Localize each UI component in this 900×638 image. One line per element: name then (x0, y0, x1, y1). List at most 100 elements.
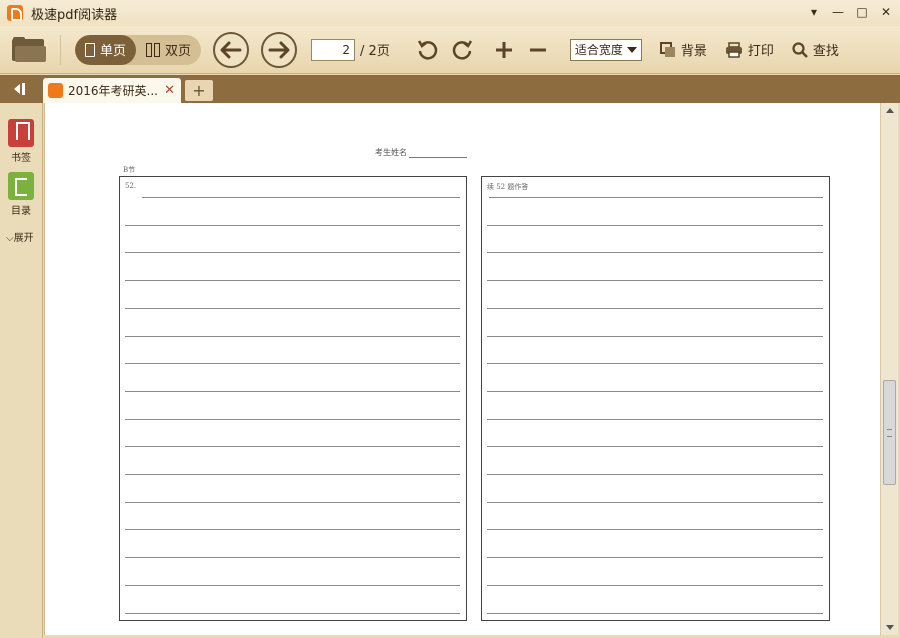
background-label: 背景 (680, 44, 707, 59)
answer-line (125, 501, 460, 503)
view-mode-toggle: 单页 双页 (75, 34, 202, 65)
answer-line (487, 307, 823, 309)
background-icon (659, 41, 675, 57)
title-bar: 极速pdf阅读器 ▾ — □ ✕ (0, 0, 900, 26)
bookmarks-label: 书签 (11, 153, 31, 164)
zoom-value: 适合宽度 (574, 43, 623, 57)
answer-line (487, 363, 823, 365)
double-page-button[interactable]: 双页 (136, 35, 201, 65)
open-folder-icon[interactable] (12, 36, 46, 63)
answer-line (489, 197, 823, 198)
answer-line (125, 584, 460, 586)
scroll-down-icon[interactable] (886, 625, 894, 630)
answer-line (125, 418, 460, 420)
tab-title: 2016年考研英... (68, 84, 158, 98)
answer-line (125, 390, 460, 392)
add-tab-button[interactable]: + (185, 80, 213, 101)
answer-box-left-label: 52. (125, 182, 137, 190)
answer-line (125, 224, 460, 226)
expand-button[interactable]: ⌵展开 (0, 229, 42, 244)
find-button[interactable]: 查找 (792, 40, 839, 59)
window-title: 极速pdf阅读器 (31, 7, 118, 23)
close-button[interactable]: ✕ (876, 2, 896, 22)
chevron-down-icon (626, 46, 637, 53)
answer-line (487, 252, 823, 254)
rotate-left-button[interactable] (416, 38, 440, 62)
tab-strip: 2016年考研英... ✕ + (0, 75, 900, 103)
vertical-scrollbar[interactable] (880, 103, 898, 635)
search-icon (792, 41, 808, 58)
maximize-button[interactable]: □ (852, 2, 872, 22)
sidebar-item-bookmarks[interactable]: 书签 (0, 119, 42, 164)
answer-line (125, 307, 460, 309)
collapse-sidebar-button[interactable] (8, 80, 30, 98)
printer-icon (725, 41, 742, 58)
close-tab-icon[interactable]: ✕ (164, 83, 175, 98)
print-label: 打印 (747, 44, 774, 59)
answer-line (487, 557, 823, 559)
answer-line (487, 446, 823, 448)
scroll-thumb[interactable] (883, 380, 896, 485)
menu-dropdown-icon[interactable]: ▾ (804, 2, 824, 22)
toc-icon (8, 172, 34, 200)
single-page-button[interactable]: 单页 (75, 34, 137, 65)
background-button[interactable]: 背景 (659, 40, 707, 59)
scroll-up-icon[interactable] (886, 108, 894, 113)
zoom-out-button[interactable] (526, 38, 550, 62)
arrow-right-icon (268, 41, 290, 58)
main-toolbar: 单页 双页 2 / 2页 适合宽度 背景 打印 查找 (0, 26, 900, 74)
minus-icon (529, 48, 546, 51)
answer-line (487, 612, 823, 614)
double-page-label: 双页 (165, 44, 192, 59)
candidate-name-label: 考生姓名 (375, 148, 407, 157)
answer-line (125, 446, 460, 448)
rotate-ccw-icon (417, 39, 438, 60)
answer-line (487, 529, 823, 531)
section-label: B节 (123, 166, 136, 174)
find-label: 查找 (812, 44, 839, 59)
answer-line (125, 474, 460, 475)
answer-line (487, 584, 823, 586)
name-underline (409, 150, 467, 158)
rotate-cw-icon (452, 39, 472, 60)
answer-line (125, 335, 460, 337)
page-number-input[interactable]: 2 (311, 38, 356, 61)
zoom-in-button[interactable] (492, 38, 516, 62)
answer-line (125, 529, 460, 531)
answer-line (142, 197, 460, 198)
answer-line (125, 280, 460, 282)
pdf-page: 考生姓名 B节 52. 续 52 题作答 (45, 103, 881, 635)
answer-line (487, 280, 823, 282)
arrow-left-icon (220, 41, 242, 58)
bookmark-icon (8, 119, 34, 147)
print-button[interactable]: 打印 (725, 40, 774, 59)
window-controls: ▾ — □ ✕ (804, 2, 896, 22)
answer-box-right: 续 52 题作答 (481, 176, 830, 621)
minimize-button[interactable]: — (828, 2, 848, 22)
zoom-select[interactable]: 适合宽度 (569, 38, 642, 61)
answer-line (487, 418, 823, 420)
plus-icon (495, 41, 512, 58)
pdf-logo-icon (48, 83, 63, 98)
page-total: / 2页 (360, 44, 390, 59)
toc-label: 目录 (11, 206, 31, 217)
sidebar-item-toc[interactable]: 目录 (0, 172, 42, 217)
answer-line (487, 390, 823, 392)
single-page-label: 单页 (100, 44, 127, 59)
answer-box-right-label: 续 52 题作答 (487, 183, 529, 191)
tab-document[interactable]: 2016年考研英... ✕ (43, 78, 181, 103)
answer-box-left: 52. (119, 176, 467, 621)
answer-line (125, 557, 460, 559)
answer-line (487, 474, 823, 475)
document-view[interactable]: 考生姓名 B节 52. 续 52 题作答 (44, 103, 880, 635)
single-page-icon (85, 42, 95, 57)
candidate-name-field: 考生姓名 (375, 147, 467, 158)
answer-line (487, 501, 823, 503)
rotate-right-button[interactable] (450, 38, 474, 62)
next-page-button[interactable] (261, 31, 298, 68)
answer-line (125, 252, 460, 254)
previous-page-button[interactable] (213, 31, 250, 68)
app-logo-icon (7, 5, 23, 21)
answer-line (487, 224, 823, 226)
double-page-icon (146, 42, 161, 57)
